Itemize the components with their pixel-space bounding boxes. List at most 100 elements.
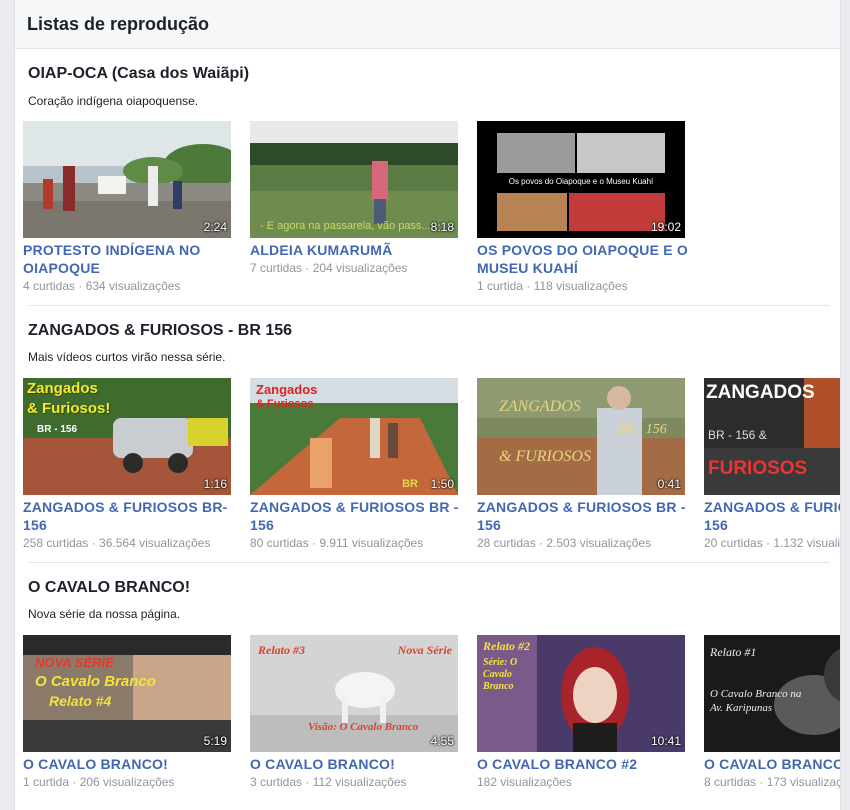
video-card[interactable]: NOVA SÉRIE O Cavalo Branco Relato #4 5:1… <box>23 635 231 790</box>
video-card[interactable]: Zangados & Furiosos BR 1:50 ZANGADOS & F… <box>250 378 458 551</box>
video-title-line[interactable]: PROTESTO INDÍGENA NO <box>23 241 231 259</box>
video-thumbnail[interactable]: Zangados & Furiosos BR 1:50 <box>250 378 458 495</box>
video-title-line[interactable]: 156 <box>23 516 231 534</box>
video-stats: 8 curtidas · 173 visualizaç <box>704 775 841 789</box>
video-duration: 5:19 <box>203 734 227 748</box>
video-card[interactable]: ZANGADOS BR - 156 & FURIOSOS ZANGADOS & … <box>704 378 840 551</box>
video-duration: 19:02 <box>650 220 681 234</box>
thumbnail-art-text: FURIOSOS <box>708 458 808 479</box>
video-card[interactable]: Relato #1 O Cavalo Branco na Av. Karipun… <box>704 635 841 790</box>
video-duration: 1:16 <box>203 477 227 491</box>
video-card[interactable]: ZANGADOS & FURIOSOS BR - 156 0:41 ZANGAD… <box>477 378 685 551</box>
video-row: Zangados & Furiosos! BR - 156 1:16 ZANGA… <box>23 378 840 558</box>
video-title-link[interactable]: PROTESTO INDÍGENA NO OIAPOQUE <box>23 241 231 277</box>
thumbnail-art-text: Relato #1 <box>710 645 757 659</box>
video-thumbnail[interactable]: Relato #3 Nova Série Visão: O Cavalo Bra… <box>250 635 458 752</box>
video-title-link[interactable]: O CAVALO BRANCO! <box>23 755 231 773</box>
video-thumbnail[interactable]: Relato #2 Série: O Cavalo Branco 10:41 <box>477 635 685 752</box>
video-stats: 7 curtidas · 204 visualizações <box>250 261 408 275</box>
video-title-line[interactable]: O CAVALO BRANCO! <box>23 755 231 773</box>
video-duration: 2:24 <box>203 220 227 234</box>
video-duration: 10:41 <box>650 734 681 748</box>
video-stats: 4 curtidas · 634 visualizações <box>23 279 181 293</box>
thumbnail-art-text: O Cavalo Branco <box>35 673 156 690</box>
section-divider <box>28 305 830 306</box>
thumbnail-art-text: BR <box>402 478 418 490</box>
video-title-line[interactable]: MUSEU KUAHÍ <box>477 259 685 277</box>
video-card[interactable]: Relato #3 Nova Série Visão: O Cavalo Bra… <box>250 635 458 790</box>
video-title-link[interactable]: O CAVALO BRANCO! <box>704 755 840 773</box>
panel-title: Listas de reprodução <box>15 0 840 49</box>
video-card[interactable]: Zangados & Furiosos! BR - 156 1:16 ZANGA… <box>23 378 231 551</box>
video-title-link[interactable]: ZANGADOS & FURIOSOS BR - 156 <box>250 498 458 534</box>
video-thumbnail[interactable]: ZANGADOS BR - 156 & FURIOSOS <box>704 378 840 495</box>
playlist-description: Nova série da nossa página. <box>28 607 181 621</box>
thumbnail-art-text: Visão: O Cavalo Branco <box>308 721 419 733</box>
playlist-description: Coração indígena oiapoquense. <box>28 94 199 108</box>
video-title-line[interactable]: 156 <box>704 516 840 534</box>
section-divider <box>28 562 830 563</box>
thumbnail-art-text: ZANGADOS <box>499 398 581 415</box>
video-stats: 3 curtidas · 112 visualizações <box>250 775 407 789</box>
thumbnail-art-text: O Cavalo Branco na Av. Karipunas <box>710 688 802 714</box>
video-card[interactable]: Os povos do Oiapoque e o Museu Kuahí 19:… <box>477 121 688 294</box>
video-title-line[interactable]: ZANGADOS & FURIOS <box>704 498 840 516</box>
video-duration: 0:41 <box>657 477 681 491</box>
thumbnail-art-text: Nova Série <box>397 643 452 657</box>
video-title-line[interactable]: O CAVALO BRANCO! <box>250 755 458 773</box>
video-duration: 4:55 <box>430 734 454 748</box>
video-title-link[interactable]: OS POVOS DO OIAPOQUE E O MUSEU KUAHÍ <box>477 241 688 277</box>
video-title-link[interactable]: ZANGADOS & FURIOSOS BR- 156 <box>23 498 231 534</box>
video-title-line[interactable]: 156 <box>477 516 685 534</box>
video-duration: 8:18 <box>430 220 454 234</box>
video-row: NOVA SÉRIE O Cavalo Branco Relato #4 5:1… <box>23 635 841 810</box>
video-row: 2:24 PROTESTO INDÍGENA NO OIAPOQUE 4 cur… <box>23 121 840 301</box>
video-stats: 1 curtida · 118 visualizações <box>477 279 628 293</box>
video-card[interactable]: 2:24 PROTESTO INDÍGENA NO OIAPOQUE 4 cur… <box>23 121 231 294</box>
video-title-line[interactable]: ZANGADOS & FURIOSOS BR- <box>23 498 231 516</box>
video-title-line[interactable]: OS POVOS DO OIAPOQUE E O <box>477 241 688 259</box>
thumbnail-art-text: Relato #4 <box>49 693 112 709</box>
video-title-line[interactable]: ZANGADOS & FURIOSOS BR - <box>250 498 458 516</box>
thumbnail-art-text: ZANGADOS <box>706 382 815 403</box>
video-card[interactable]: - E agora na passarela, vão pass... 8:18… <box>250 121 458 276</box>
video-title-line[interactable]: O CAVALO BRANCO #2 <box>477 755 685 773</box>
thumbnail-art-text: Relato #2 <box>483 639 530 653</box>
video-caption: Os povos do Oiapoque e o Museu Kuahí <box>508 177 654 186</box>
video-stats: 28 curtidas · 2.503 visualizações <box>477 536 652 550</box>
video-title-link[interactable]: O CAVALO BRANCO! <box>250 755 458 773</box>
video-thumbnail[interactable]: ZANGADOS & FURIOSOS BR - 156 0:41 <box>477 378 685 495</box>
thumbnail-art-text: Zangados <box>27 380 98 397</box>
playlist-title[interactable]: ZANGADOS & FURIOSOS - BR 156 <box>28 322 292 340</box>
video-title-link[interactable]: ZANGADOS & FURIOS 156 <box>704 498 840 534</box>
video-thumbnail[interactable]: - E agora na passarela, vão pass... 8:18 <box>250 121 458 238</box>
video-title-link[interactable]: ALDEIA KUMARUMÃ <box>250 241 458 259</box>
video-stats: 1 curtida · 206 visualizações <box>23 775 175 789</box>
video-title-link[interactable]: ZANGADOS & FURIOSOS BR - 156 <box>477 498 685 534</box>
thumbnail-art-text: BR - 156 & <box>708 428 767 442</box>
video-thumbnail[interactable]: Os povos do Oiapoque e o Museu Kuahí 19:… <box>477 121 685 238</box>
video-thumbnail[interactable]: NOVA SÉRIE O Cavalo Branco Relato #4 5:1… <box>23 635 231 752</box>
thumbnail-art-text: Série: O Cavalo Branco <box>483 657 518 692</box>
video-title-line[interactable]: 156 <box>250 516 458 534</box>
playlist-title[interactable]: O CAVALO BRANCO! <box>28 579 190 597</box>
playlist-description: Mais vídeos curtos virão nessa série. <box>28 350 226 364</box>
thumbnail-art-text: & Furiosos! <box>27 400 111 417</box>
video-title-line[interactable]: OIAPOQUE <box>23 259 231 277</box>
video-stats: 182 visualizações <box>477 775 572 789</box>
playlist-title[interactable]: OIAP-OCA (Casa dos Waiãpi) <box>28 65 249 83</box>
video-title-line[interactable]: O CAVALO BRANCO! <box>704 755 840 773</box>
thumbnail-art-text: BR - 156 <box>617 422 667 437</box>
thumbnail-art-text: Zangados <box>256 382 318 397</box>
video-card[interactable]: Relato #2 Série: O Cavalo Branco 10:41 O… <box>477 635 685 790</box>
video-caption: - E agora na passarela, vão pass... <box>260 220 431 232</box>
thumbnail-art-text: NOVA SÉRIE <box>35 655 114 670</box>
video-thumbnail[interactable]: Relato #1 O Cavalo Branco na Av. Karipun… <box>704 635 840 752</box>
video-title-line[interactable]: ZANGADOS & FURIOSOS BR - <box>477 498 685 516</box>
video-title-line[interactable]: ALDEIA KUMARUMÃ <box>250 241 458 259</box>
video-stats: 258 curtidas · 36.564 visualizações <box>23 536 211 550</box>
video-title-link[interactable]: O CAVALO BRANCO #2 <box>477 755 685 773</box>
video-thumbnail[interactable]: 2:24 <box>23 121 231 238</box>
video-thumbnail[interactable]: Zangados & Furiosos! BR - 156 1:16 <box>23 378 231 495</box>
thumbnail-art-text: & FURIOSOS <box>499 448 591 465</box>
